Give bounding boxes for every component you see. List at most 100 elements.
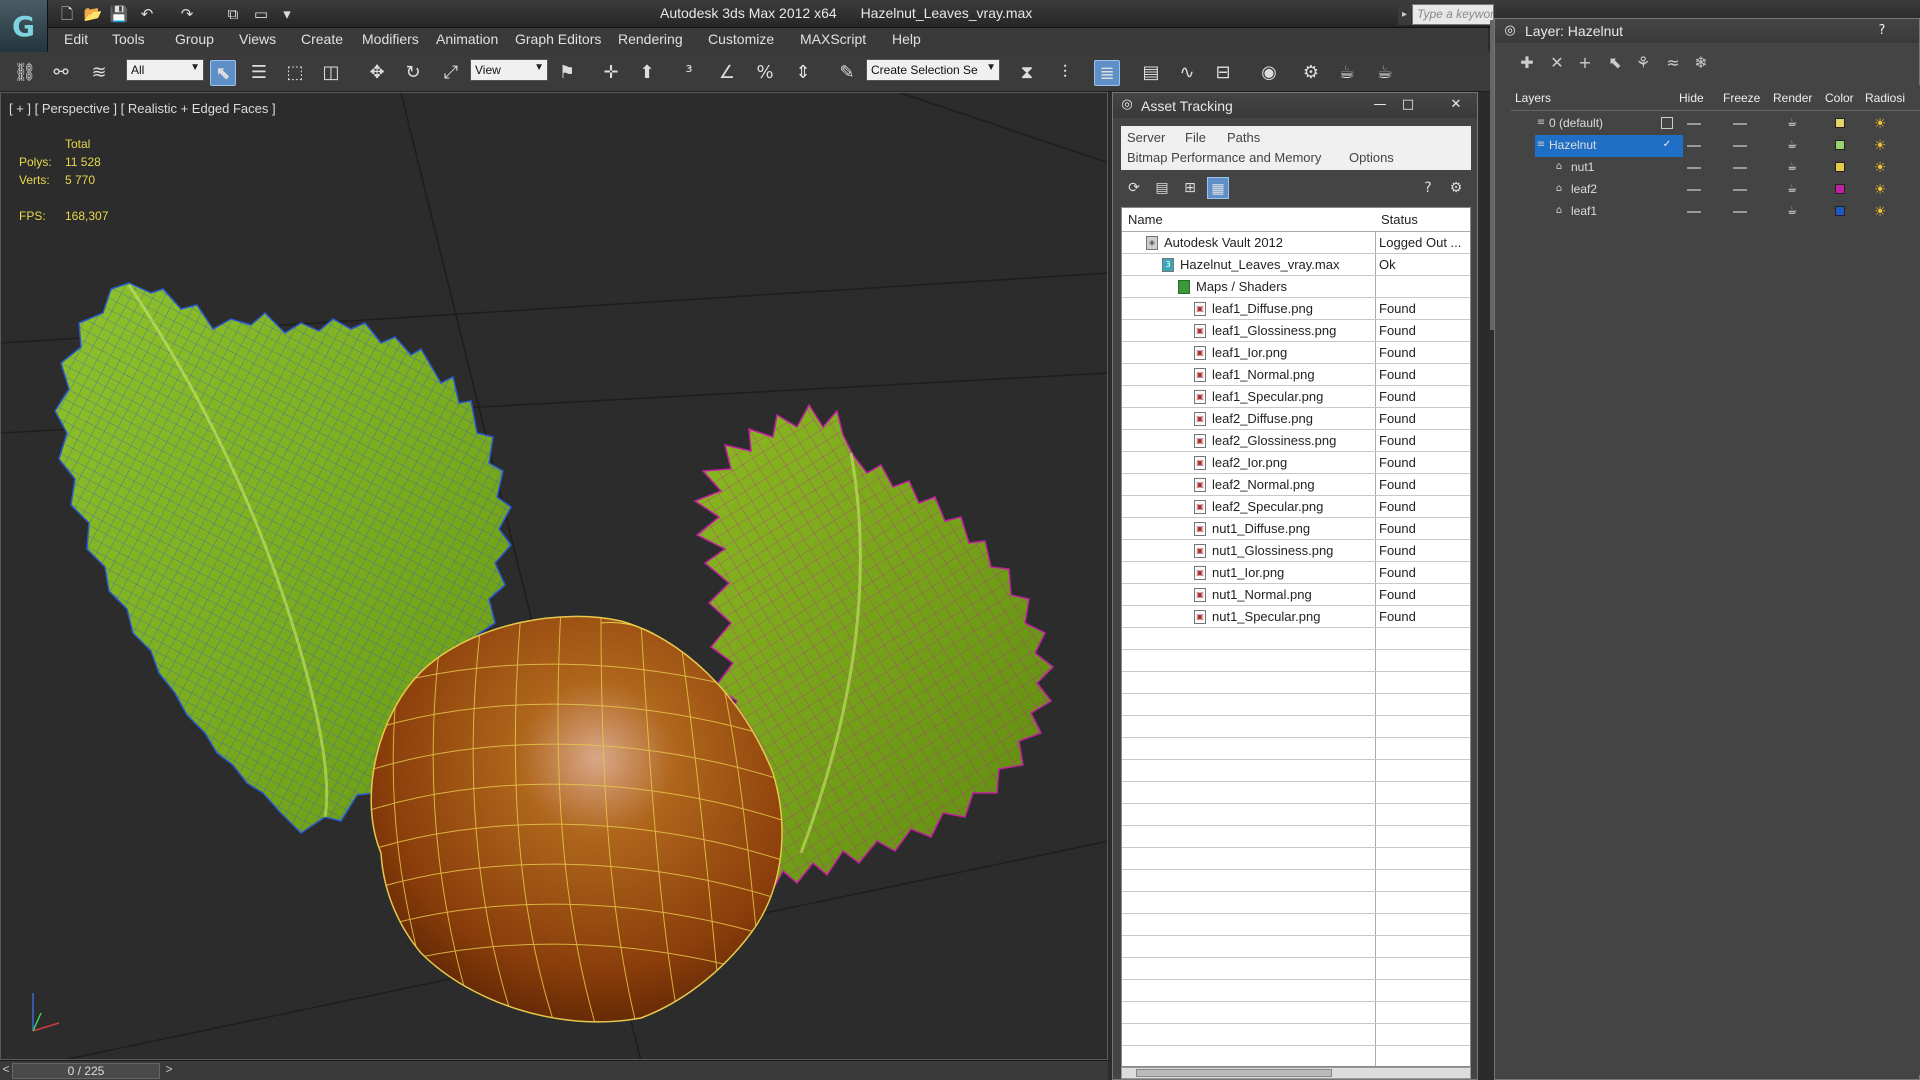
radiosity-icon[interactable]: ☀ xyxy=(1871,137,1889,155)
list-view-icon[interactable]: ▤ xyxy=(1151,177,1173,199)
scale-icon[interactable]: ⤢ xyxy=(438,60,464,86)
render-teapot-icon[interactable]: ☕ xyxy=(1785,205,1799,217)
maximize-icon[interactable]: □ xyxy=(1395,96,1421,114)
layer-row[interactable]: ≡ 0 (default) ☕ ☀ xyxy=(1511,113,1920,135)
align-icon[interactable]: ⫶ xyxy=(1052,60,1078,86)
layer-row[interactable]: ⌂ leaf2 ☕ ☀ xyxy=(1511,179,1920,201)
reference-coordinate-dropdown[interactable]: View ▼ xyxy=(470,59,548,81)
layer-help-icon[interactable]: ? xyxy=(1869,22,1895,40)
tree-view-icon[interactable]: ⊞ xyxy=(1179,177,1201,199)
column-status-header[interactable]: Status xyxy=(1381,212,1418,227)
asset-row[interactable]: ▣ leaf2_Specular.png Found xyxy=(1122,496,1470,518)
column-hide-header[interactable]: Hide xyxy=(1679,91,1704,105)
viewport-label[interactable]: [ + ] [ Perspective ] [ Realistic + Edge… xyxy=(9,101,276,116)
rendered-frame-window-icon[interactable]: ☕ xyxy=(1334,60,1360,86)
named-selection-set-input[interactable]: Create Selection Se ▼ xyxy=(866,59,1000,81)
pivot-center-icon[interactable]: ⚑ xyxy=(554,60,580,86)
graphite-ribbon-icon[interactable]: ▤ xyxy=(1138,60,1164,86)
select-manipulate-icon[interactable]: ✛ xyxy=(598,60,624,86)
previous-frame-button[interactable]: < xyxy=(0,1062,12,1080)
layer-name[interactable]: leaf2 xyxy=(1571,182,1597,196)
search-expand-icon[interactable]: ▸ xyxy=(1398,4,1411,25)
table-view-icon[interactable]: ▦ xyxy=(1207,177,1229,199)
color-swatch[interactable] xyxy=(1835,184,1845,194)
menu-graph-editors[interactable]: Graph Editors xyxy=(515,31,601,47)
menu-edit[interactable]: Edit xyxy=(64,31,88,47)
selection-filter-dropdown[interactable]: All ▼ xyxy=(126,59,204,81)
asset-row[interactable]: ▣ leaf2_Ior.png Found xyxy=(1122,452,1470,474)
select-by-name-icon[interactable]: ☰ xyxy=(246,60,272,86)
menu-tools[interactable]: Tools xyxy=(112,31,145,47)
asset-row[interactable]: ▣ nut1_Normal.png Found xyxy=(1122,584,1470,606)
render-teapot-icon[interactable]: ☕ xyxy=(1785,139,1799,151)
menu-options[interactable]: Options xyxy=(1349,150,1394,165)
layer-row[interactable]: ⌂ nut1 ☕ ☀ xyxy=(1511,157,1920,179)
new-file-icon[interactable]: 🗋 xyxy=(56,4,78,24)
freeze-toggle[interactable] xyxy=(1733,145,1747,147)
menu-animation[interactable]: Animation xyxy=(436,31,498,47)
layer-name[interactable]: leaf1 xyxy=(1571,204,1597,218)
asset-row[interactable]: ▣ leaf1_Ior.png Found xyxy=(1122,342,1470,364)
select-in-layer-icon[interactable]: ⬉ xyxy=(1603,51,1627,75)
column-freeze-header[interactable]: Freeze xyxy=(1723,91,1760,105)
color-swatch[interactable] xyxy=(1835,162,1845,172)
color-swatch[interactable] xyxy=(1835,206,1845,216)
freeze-toggle[interactable] xyxy=(1733,123,1747,125)
perspective-viewport[interactable]: [ + ] [ Perspective ] [ Realistic + Edge… xyxy=(0,92,1108,1060)
active-layer-checkbox[interactable] xyxy=(1661,117,1673,129)
search-input[interactable]: Type a keyword xyxy=(1412,4,1494,25)
menu-file[interactable]: File xyxy=(1185,130,1206,145)
move-icon[interactable]: ✥ xyxy=(364,60,390,86)
menu-server[interactable]: Server xyxy=(1127,130,1165,145)
active-layer-check-icon[interactable]: ✓ xyxy=(1661,139,1673,151)
menu-views[interactable]: Views xyxy=(239,31,276,47)
menu-maxscript[interactable]: MAXScript xyxy=(800,31,866,47)
menu-help[interactable]: Help xyxy=(892,31,921,47)
layer-name[interactable]: Hazelnut xyxy=(1549,138,1596,152)
asset-row[interactable]: ▣ leaf2_Glossiness.png Found xyxy=(1122,430,1470,452)
keyboard-shortcut-icon[interactable]: ⬆ xyxy=(634,60,660,86)
asset-tracking-titlebar[interactable]: ◎ Asset Tracking — □ ✕ xyxy=(1113,93,1477,118)
settings-icon[interactable]: ⚙ xyxy=(1445,177,1467,199)
save-icon[interactable]: 💾 xyxy=(108,4,130,24)
edit-named-selection-icon[interactable]: ✎ xyxy=(834,60,860,86)
scrollbar-thumb[interactable] xyxy=(1136,1069,1332,1077)
hide-all-layers-icon[interactable]: ≈ xyxy=(1661,51,1685,75)
asset-row[interactable]: Maps / Shaders xyxy=(1122,276,1470,298)
material-editor-icon[interactable]: ◉ xyxy=(1256,60,1282,86)
undo-icon[interactable]: ↶ xyxy=(136,4,158,24)
layer-name[interactable]: nut1 xyxy=(1571,160,1594,174)
radiosity-icon[interactable]: ☀ xyxy=(1871,159,1889,177)
layer-manager-titlebar[interactable]: ◎ Layer: Hazelnut ? xyxy=(1495,19,1919,43)
mirror-icon[interactable]: ⧗ xyxy=(1014,60,1040,86)
column-color-header[interactable]: Color xyxy=(1825,91,1854,105)
layer-name[interactable]: 0 (default) xyxy=(1549,116,1603,130)
radiosity-icon[interactable]: ☀ xyxy=(1871,115,1889,133)
column-render-header[interactable]: Render xyxy=(1773,91,1812,105)
highlight-layer-icon[interactable]: ⚘ xyxy=(1631,51,1655,75)
horizontal-scrollbar[interactable] xyxy=(1121,1067,1471,1079)
menu-rendering[interactable]: Rendering xyxy=(618,31,683,47)
color-swatch[interactable] xyxy=(1835,140,1845,150)
color-swatch[interactable] xyxy=(1835,118,1845,128)
minimize-icon[interactable]: — xyxy=(1367,96,1393,114)
rotate-icon[interactable]: ↻ xyxy=(400,60,426,86)
render-production-icon[interactable]: ☕ xyxy=(1372,60,1398,86)
quick-access-dropdown-icon[interactable]: ▾ xyxy=(276,4,298,24)
scene-canvas[interactable] xyxy=(1,93,1108,1060)
column-name-header[interactable]: Name xyxy=(1128,212,1163,227)
menu-create[interactable]: Create xyxy=(301,31,343,47)
menu-bitmap-performance[interactable]: Bitmap Performance and Memory xyxy=(1127,150,1321,165)
hold-icon[interactable]: ⧉ xyxy=(222,4,244,24)
add-to-layer-icon[interactable]: + xyxy=(1573,51,1597,75)
layer-manager-icon[interactable]: ≣ xyxy=(1094,60,1120,86)
hide-toggle[interactable] xyxy=(1687,211,1701,213)
rectangular-selection-icon[interactable]: ⬚ xyxy=(282,60,308,86)
schematic-view-icon[interactable]: ⊟ xyxy=(1210,60,1236,86)
redo-icon[interactable]: ↷ xyxy=(176,4,198,24)
help-icon[interactable]: ? xyxy=(1417,177,1439,199)
menu-modifiers[interactable]: Modifiers xyxy=(362,31,419,47)
menu-customize[interactable]: Customize xyxy=(708,31,774,47)
render-setup-icon[interactable]: ⚙ xyxy=(1298,60,1324,86)
next-frame-button[interactable]: > xyxy=(162,1062,176,1080)
